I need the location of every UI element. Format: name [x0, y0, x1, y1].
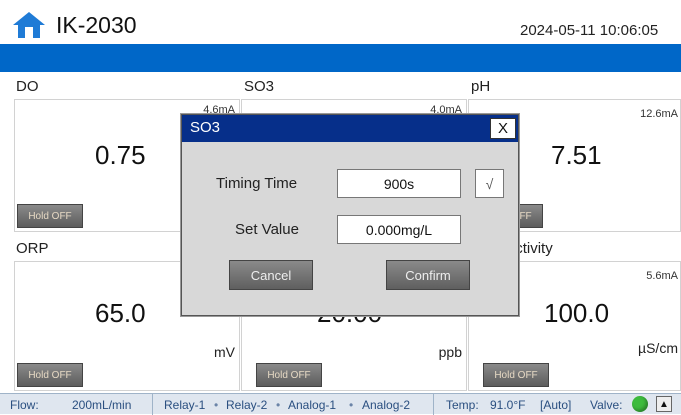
dialog-titlebar[interactable]: SO3 X — [182, 115, 518, 142]
relay-dot-1: • — [214, 398, 219, 412]
conductivity-range: 5.6mA — [646, 270, 678, 282]
header-bar: IK-2030 2024-05-11 10:06:05 — [0, 0, 681, 44]
do-value: 0.75 — [95, 140, 146, 170]
relay-2: Relay-2 — [226, 398, 268, 412]
mode-label: [Auto] — [540, 398, 572, 412]
orp-hold-button[interactable]: Hold OFF — [17, 363, 83, 387]
blue-band — [0, 44, 681, 72]
temp-label: Temp: — [446, 398, 479, 412]
confirm-button[interactable]: Confirm — [386, 260, 470, 290]
relay-dot-3: • — [349, 398, 354, 412]
flow-value: 200mL/min — [72, 398, 132, 412]
conductivity-hold-button[interactable]: Hold OFF — [483, 363, 549, 387]
do-hold-button[interactable]: Hold OFF — [17, 204, 83, 228]
analog-1: Analog-1 — [288, 398, 337, 412]
orp-label: ORP — [16, 240, 49, 257]
cancel-button[interactable]: Cancel — [229, 260, 313, 290]
status-bar: Flow: 200mL/min Relay-1 • Relay-2 • Anal… — [0, 393, 681, 415]
status-divider — [152, 394, 153, 415]
close-button[interactable]: X — [490, 118, 516, 139]
timing-check-button[interactable]: √ — [475, 169, 504, 198]
set-value-field[interactable]: 0.000mg/L — [337, 215, 461, 244]
mid-bottom-unit: ppb — [438, 344, 462, 360]
ph-value: 7.51 — [551, 140, 602, 170]
conductivity-unit: µS/cm — [638, 340, 678, 356]
so3-dialog: SO3 X Timing Time 900s √ Set Value 0.000… — [181, 114, 519, 316]
app-title: IK-2030 — [56, 12, 137, 38]
orp-unit: mV — [214, 344, 235, 360]
do-label: DO — [16, 78, 39, 95]
ph-range: 12.6mA — [640, 108, 678, 120]
analog-2: Analog-2 — [362, 398, 411, 412]
mid-bottom-hold-button[interactable]: Hold OFF — [256, 363, 322, 387]
datetime: 2024-05-11 10:06:05 — [520, 22, 659, 39]
valve-status-indicator — [632, 396, 648, 412]
flow-label: Flow: — [10, 398, 39, 412]
scroll-up-icon[interactable]: ▲ — [656, 396, 672, 412]
orp-value: 65.0 — [95, 298, 146, 328]
dialog-title: SO3 — [190, 119, 221, 136]
timing-time-field[interactable]: 900s — [337, 169, 461, 198]
conductivity-value: 100.0 — [544, 298, 610, 328]
so3-label: SO3 — [244, 78, 275, 95]
relay-1: Relay-1 — [164, 398, 206, 412]
valve-label: Valve: — [590, 398, 623, 412]
ph-label: pH — [471, 78, 491, 95]
timing-time-label: Timing Time — [216, 175, 298, 192]
status-divider — [433, 394, 434, 415]
relay-dot-2: • — [276, 398, 281, 412]
set-value-label: Set Value — [235, 221, 299, 238]
home-icon[interactable] — [12, 11, 46, 39]
temp-value: 91.0°F — [490, 398, 526, 412]
